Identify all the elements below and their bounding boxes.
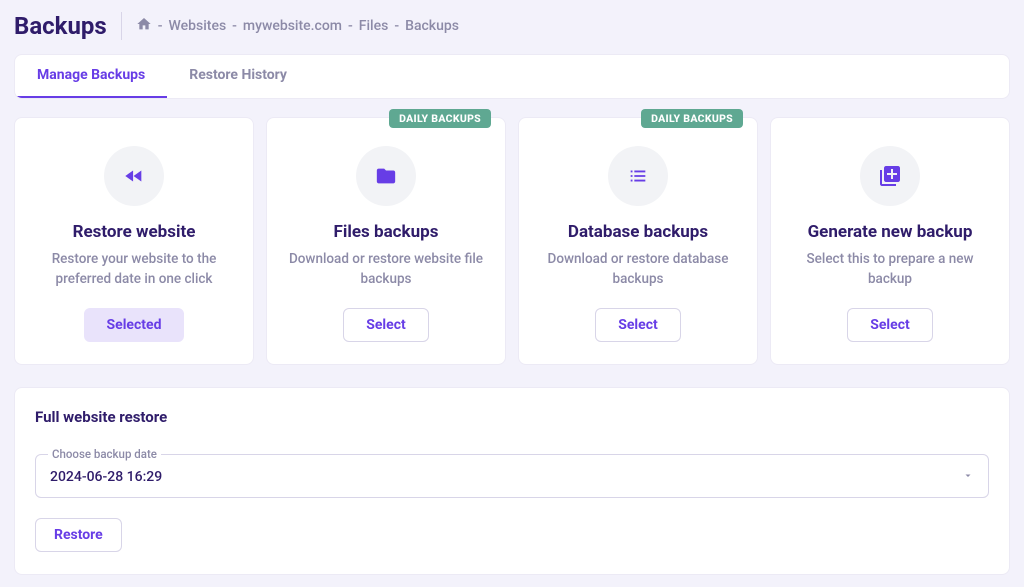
breadcrumb-sep: - (232, 18, 237, 34)
card-database-backups: DAILY BACKUPS Database backups Download … (518, 117, 758, 365)
page-title: Backups (14, 12, 122, 40)
daily-backups-badge: DAILY BACKUPS (641, 109, 743, 128)
add-to-collection-icon (860, 146, 920, 206)
card-title: Files backups (334, 222, 439, 242)
panel-title: Full website restore (35, 408, 989, 426)
breadcrumb-websites[interactable]: Websites (169, 18, 227, 34)
card-generate-backup: Generate new backup Select this to prepa… (770, 117, 1010, 365)
card-title: Generate new backup (808, 222, 973, 242)
breadcrumb-sep: - (394, 18, 399, 34)
restore-website-selected-button[interactable]: Selected (84, 308, 185, 342)
card-desc: Restore your website to the preferred da… (33, 250, 235, 290)
daily-backups-badge: DAILY BACKUPS (389, 109, 491, 128)
rewind-icon (104, 146, 164, 206)
card-title: Database backups (568, 222, 708, 242)
card-restore-website: Restore website Restore your website to … (14, 117, 254, 365)
files-backups-select-button[interactable]: Select (343, 308, 428, 342)
generate-backup-select-button[interactable]: Select (847, 308, 932, 342)
select-value: 2024-06-28 16:29 (50, 469, 974, 485)
backup-date-select[interactable]: Choose backup date 2024-06-28 16:29 (35, 454, 989, 498)
card-desc: Download or restore website file backups (285, 250, 487, 290)
tab-restore-history[interactable]: Restore History (167, 55, 309, 98)
card-desc: Select this to prepare a new backup (789, 250, 991, 290)
full-restore-panel: Full website restore Choose backup date … (14, 387, 1010, 575)
breadcrumb-sep: - (158, 18, 163, 34)
database-backups-select-button[interactable]: Select (595, 308, 680, 342)
home-icon[interactable] (136, 16, 152, 36)
card-title: Restore website (73, 222, 196, 242)
folder-icon (356, 146, 416, 206)
tabs: Manage Backups Restore History (14, 54, 1010, 99)
card-desc: Download or restore database backups (537, 250, 739, 290)
breadcrumb-sep: - (348, 18, 353, 34)
select-label: Choose backup date (48, 447, 161, 461)
chevron-down-icon (962, 467, 974, 486)
list-icon (608, 146, 668, 206)
breadcrumb: - Websites - mywebsite.com - Files - Bac… (136, 16, 459, 36)
tab-manage-backups[interactable]: Manage Backups (15, 55, 167, 98)
breadcrumb-domain[interactable]: mywebsite.com (243, 18, 342, 34)
restore-button[interactable]: Restore (35, 518, 122, 552)
breadcrumb-backups[interactable]: Backups (405, 18, 459, 34)
breadcrumb-files[interactable]: Files (359, 18, 389, 34)
card-files-backups: DAILY BACKUPS Files backups Download or … (266, 117, 506, 365)
